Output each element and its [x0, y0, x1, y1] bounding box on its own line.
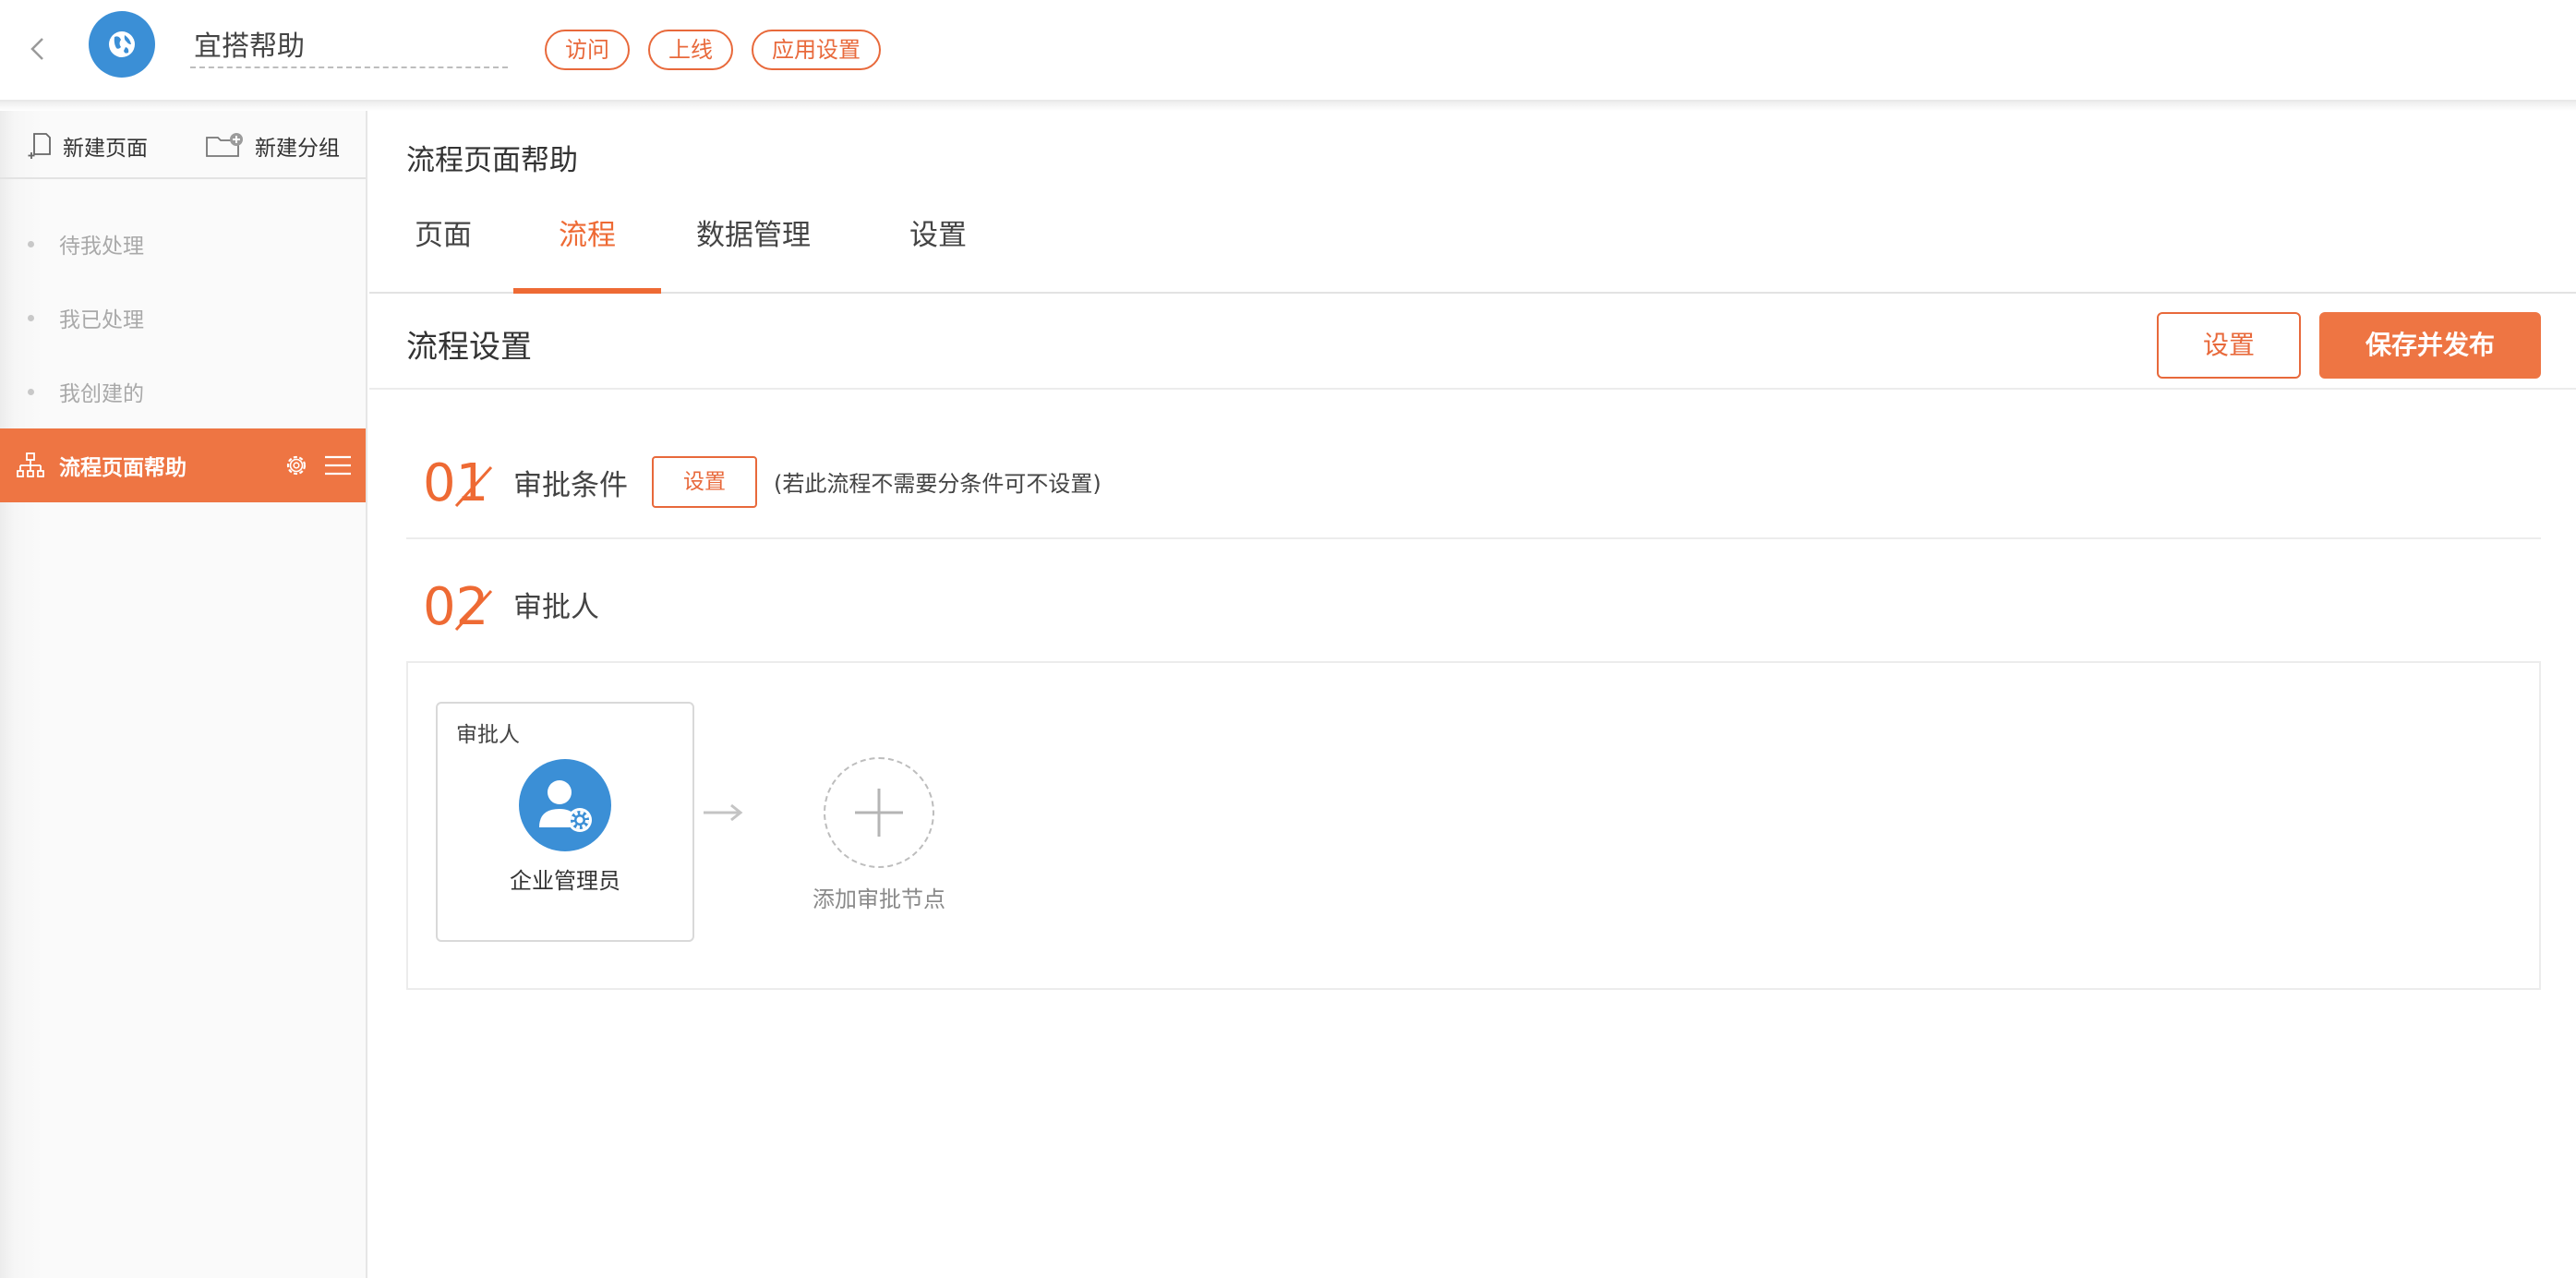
approver-node-card[interactable]: 审批人 企业管理员 — [436, 702, 694, 942]
step-label-approver: 审批人 — [513, 591, 599, 624]
sidebar-actions: 新建页面 新建分组 — [0, 111, 366, 179]
tab-flow[interactable]: 流程 — [513, 207, 661, 294]
step-label-approval-condition: 审批条件 — [513, 469, 628, 502]
sidebar-item-processed[interactable]: 我已处理 — [0, 281, 366, 355]
sidebar-item-label: 待我处理 — [59, 235, 144, 259]
new-folder-icon — [206, 133, 243, 157]
add-approval-node-button[interactable] — [824, 757, 934, 868]
settings-button[interactable]: 设置 — [2157, 312, 2301, 379]
sidebar-item-flow-help[interactable]: 流程页面帮助 — [0, 428, 366, 502]
save-and-publish-button[interactable]: 保存并发布 — [2319, 312, 2541, 379]
tab-settings[interactable]: 设置 — [901, 207, 975, 292]
sidebar-item-label: 我已处理 — [59, 308, 144, 332]
menu-lines-icon[interactable] — [323, 452, 353, 478]
sidebar-item-label: 流程页面帮助 — [59, 456, 187, 480]
page-title: 流程页面帮助 — [406, 144, 578, 177]
visit-button[interactable]: 访问 — [545, 30, 630, 70]
step-divider — [406, 537, 2541, 539]
sidebar-item-created[interactable]: 我创建的 — [0, 355, 366, 428]
arrow-right-icon — [704, 803, 743, 822]
tab-page[interactable]: 页面 — [406, 207, 480, 292]
section-title: 流程设置 — [406, 329, 532, 366]
sidebar-item-pending[interactable]: 待我处理 — [0, 207, 366, 281]
step-number-01: 01 — [423, 453, 493, 508]
step-number-02: 02 — [423, 577, 493, 632]
condition-settings-button[interactable]: 设置 — [652, 456, 757, 508]
new-page-button[interactable]: 新建页面 — [28, 127, 148, 164]
app-title-field[interactable]: 宜搭帮助 — [190, 26, 508, 68]
condition-hint: (若此流程不需要分条件可不设置) — [774, 471, 1101, 497]
bullet-dot — [28, 314, 34, 321]
new-page-icon — [28, 133, 51, 159]
user-gear-icon — [519, 759, 611, 851]
plus-icon — [855, 789, 903, 837]
bullet-dot — [28, 388, 34, 395]
tab-data-management[interactable]: 数据管理 — [694, 207, 813, 292]
bullet-dot — [28, 240, 34, 247]
tree-structure-icon — [17, 452, 44, 477]
app-logo-globe-icon[interactable] — [89, 11, 155, 78]
go-online-button[interactable]: 上线 — [648, 30, 733, 70]
approver-node-header: 审批人 — [456, 723, 520, 747]
tab-bar: 页面 流程 数据管理 设置 — [369, 207, 2576, 294]
top-bar-shadow — [0, 102, 2576, 111]
gear-icon[interactable] — [283, 452, 310, 479]
section-header: 流程设置 设置 保存并发布 — [369, 294, 2576, 390]
new-group-button[interactable]: 新建分组 — [205, 127, 340, 164]
main-content: 流程页面帮助 页面 流程 数据管理 设置 流程设置 设置 保存并发布 01 审批… — [369, 111, 2576, 1278]
flow-canvas — [406, 661, 2541, 990]
new-page-label: 新建页面 — [63, 137, 148, 161]
back-chevron-icon[interactable] — [24, 35, 52, 63]
add-approval-node-label: 添加审批节点 — [813, 886, 945, 912]
app-settings-button[interactable]: 应用设置 — [752, 30, 881, 70]
sidebar: 新建页面 新建分组 待我处理 我已处理 我创建的 流程页面帮助 — [0, 111, 367, 1278]
new-group-label: 新建分组 — [255, 137, 340, 161]
sidebar-item-label: 我创建的 — [59, 382, 144, 406]
approver-node-name: 企业管理员 — [510, 868, 620, 894]
top-bar: 宜搭帮助 访问 上线 应用设置 — [0, 0, 2576, 102]
